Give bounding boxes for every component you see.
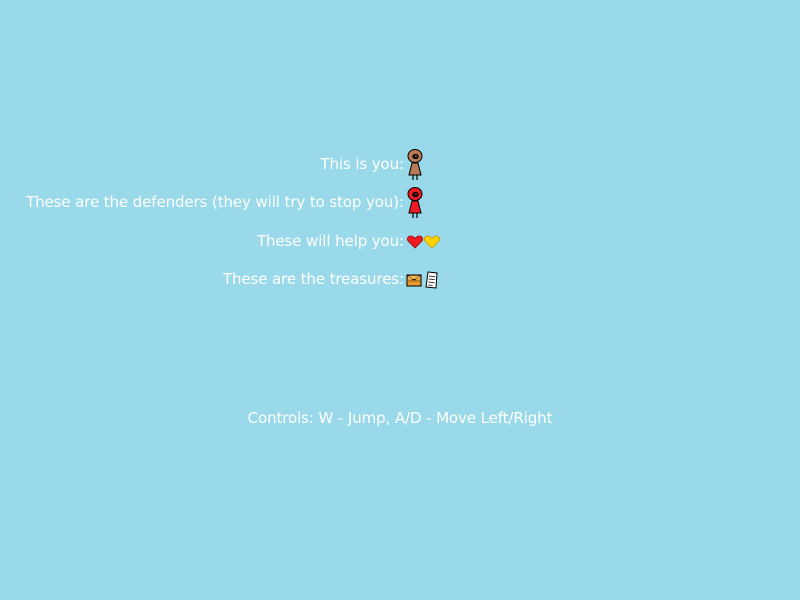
scroll-document-icon bbox=[425, 271, 438, 289]
treasures-label: These are the treasures: bbox=[222, 270, 404, 288]
defenders-label: These are the defenders (they will try t… bbox=[26, 193, 404, 211]
player-label: This is you: bbox=[320, 155, 404, 173]
player-character-icon bbox=[407, 149, 423, 180]
helpers-label: These will help you: bbox=[256, 232, 404, 250]
treasure-chest-icon bbox=[406, 274, 422, 287]
defender-character-icon bbox=[407, 187, 423, 218]
legend-row-defenders: These are the defenders (they will try t… bbox=[0, 185, 800, 219]
legend-row-treasures: These are the treasures: bbox=[0, 262, 800, 296]
yellow-heart-icon bbox=[424, 235, 440, 249]
legend-row-player: This is you: bbox=[0, 147, 800, 181]
red-heart-icon bbox=[407, 235, 423, 249]
controls-instructions: Controls: W - Jump, A/D - Move Left/Righ… bbox=[247, 409, 553, 427]
game-screen: This is you: These are the defenders (th… bbox=[0, 0, 800, 600]
legend-row-helpers: These will help you: bbox=[0, 224, 800, 258]
